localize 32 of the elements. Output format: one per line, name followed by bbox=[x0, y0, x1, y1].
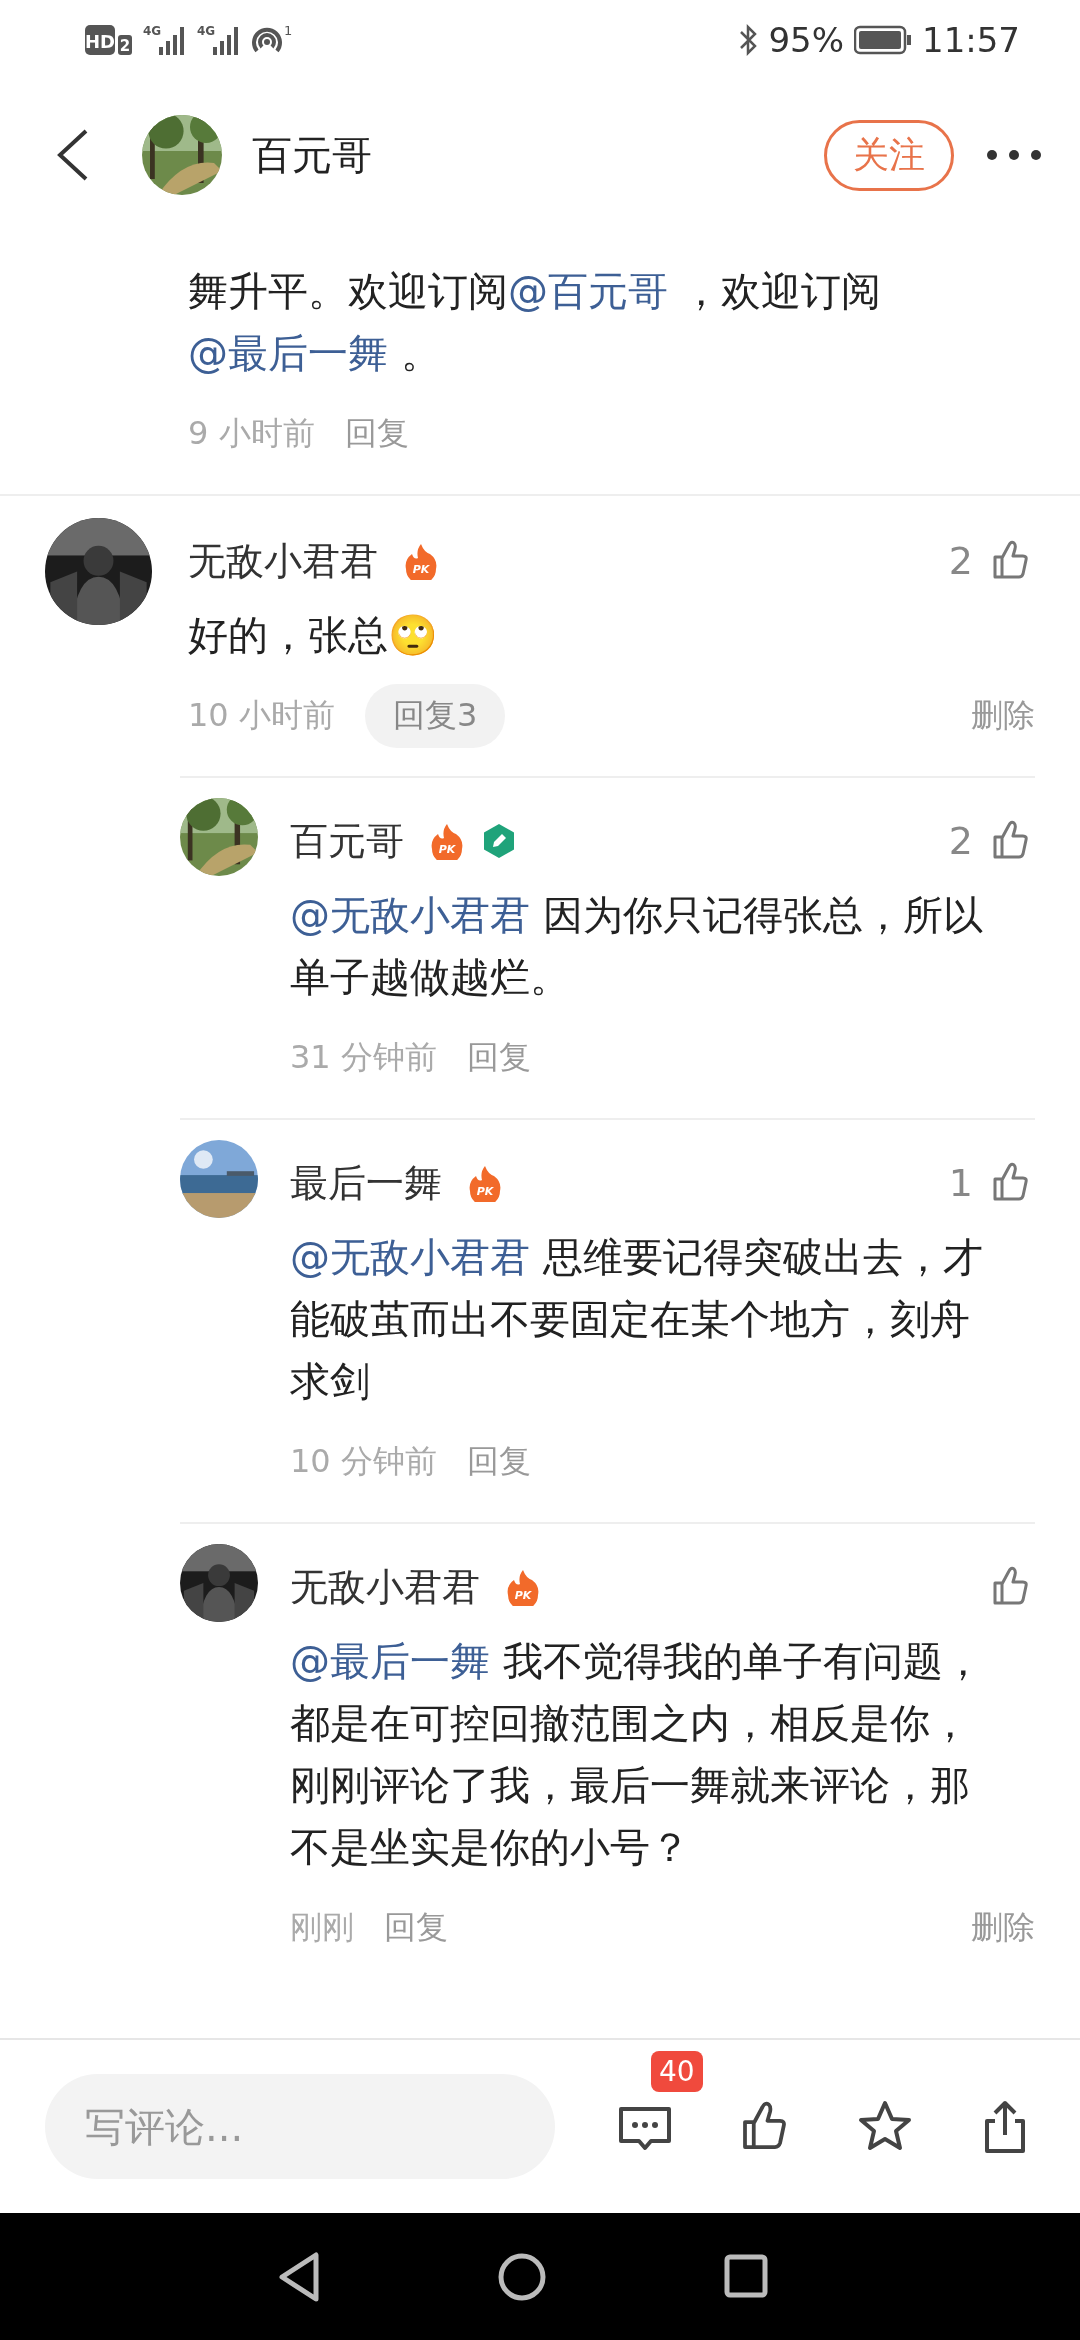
timestamp: 9 小时前 bbox=[188, 413, 315, 454]
back-icon[interactable] bbox=[279, 2252, 319, 2301]
timestamp: 10 分钟前 bbox=[290, 1441, 437, 1482]
timestamp: 10 小时前 bbox=[188, 695, 335, 736]
timestamp: 31 分钟前 bbox=[290, 1037, 437, 1078]
like-count: 1 bbox=[948, 1161, 973, 1205]
comment-text: @无敌小君君 思维要记得突破出去，才能破茧而出不要固定在某个地方，刻舟求剑 bbox=[290, 1233, 984, 1406]
recents-icon[interactable] bbox=[724, 2254, 768, 2297]
user-name[interactable]: 无敌小君君 bbox=[290, 1561, 480, 1613]
battery-percentage: 95% bbox=[768, 20, 844, 60]
comment-count-badge: 40 bbox=[651, 2050, 703, 2092]
mention-link[interactable]: @无敌小君君 bbox=[290, 892, 530, 938]
like-count: 2 bbox=[948, 819, 973, 863]
home-icon[interactable] bbox=[498, 2253, 546, 2300]
comment-text: @无敌小君君 因为你只记得张总，所以单子越做越烂。 bbox=[290, 891, 984, 1002]
comment-text: 舞升平。欢迎订阅@百元哥 ，欢迎订阅 @最后一舞 。 bbox=[188, 267, 882, 378]
mention-link[interactable]: @最后一舞 bbox=[290, 1638, 490, 1684]
user-name[interactable]: 最后一舞 bbox=[290, 1157, 442, 1209]
mention-link[interactable]: @无敌小君君 bbox=[290, 1234, 530, 1280]
comment-text: @最后一舞 我不觉得我的单子有问题，都是在可控回撤范围之内，相反是你，刚刚评论了我，最后一舞就来评论，那不是坐实是你的小号？ bbox=[290, 1637, 984, 1872]
user-name: 百元哥 bbox=[252, 130, 373, 180]
mention-link[interactable]: @最后一舞 bbox=[188, 330, 388, 376]
battery-icon bbox=[854, 24, 912, 56]
mention-link[interactable]: @百元哥 bbox=[508, 268, 668, 314]
like-count: 2 bbox=[948, 539, 973, 583]
bluetooth-icon bbox=[738, 23, 759, 57]
user-name[interactable]: 无敌小君君 bbox=[188, 535, 378, 587]
timestamp: 刚刚 bbox=[290, 1907, 354, 1948]
user-name[interactable]: 百元哥 bbox=[290, 815, 404, 867]
clock: 11:57 bbox=[922, 20, 1020, 60]
comment-text: 好的，张总🙄 bbox=[188, 611, 439, 660]
comment-input[interactable]: 写评论... bbox=[45, 2074, 555, 2179]
